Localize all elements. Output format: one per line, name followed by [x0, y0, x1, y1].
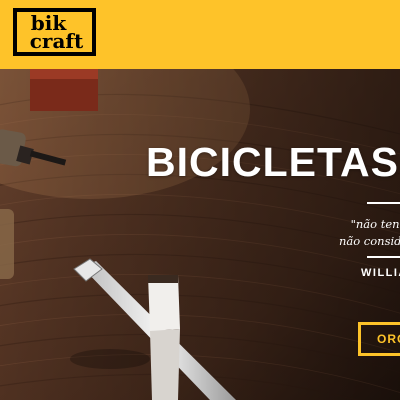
- hero-title: BICICLETAS: [146, 139, 399, 185]
- quote-divider-top: [367, 202, 400, 204]
- page: bik craft BICICLETAS "não ten não consi …: [0, 0, 400, 400]
- quote-author: WILLIA: [361, 267, 400, 279]
- hero-quote-line1: "não tenha nado: [350, 217, 400, 231]
- quote-divider-bottom: [367, 256, 400, 258]
- logo-link[interactable]: bik craft: [13, 8, 96, 56]
- hero-quote-line2: não considere úti: [338, 234, 400, 248]
- hero-quote: "não tenha nado não considere úti: [240, 216, 400, 250]
- site-header: bik craft: [0, 0, 400, 69]
- quote-request-button[interactable]: ORÇ: [358, 322, 400, 356]
- hero-section: BICICLETAS "não tenha nado não considere…: [0, 69, 400, 400]
- logo-text-line2: craft: [29, 29, 84, 53]
